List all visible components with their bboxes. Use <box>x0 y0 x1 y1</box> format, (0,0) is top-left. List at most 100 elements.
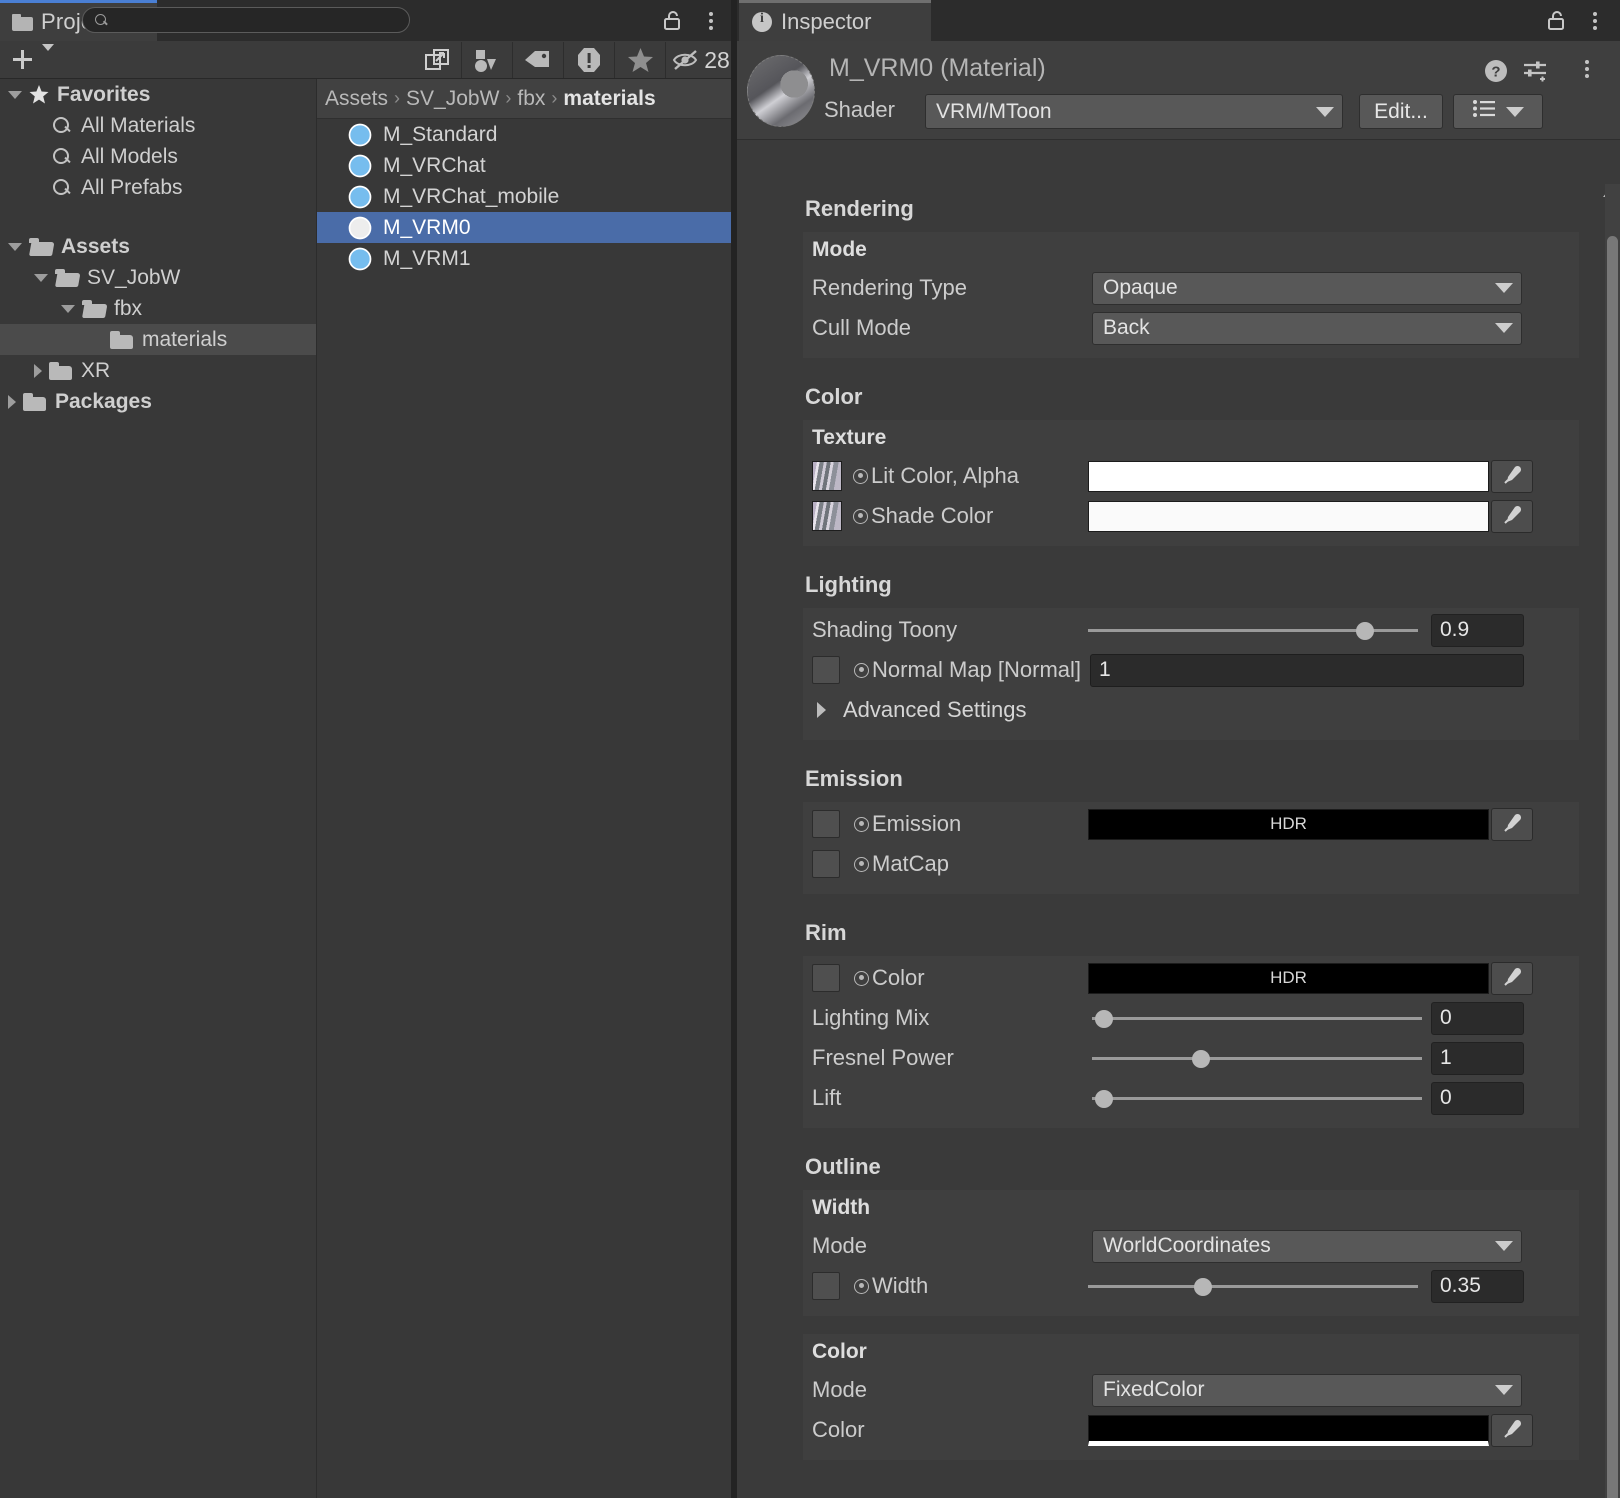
shading-toony-slider[interactable] <box>1088 620 1418 640</box>
preset-icon[interactable] <box>1522 59 1548 88</box>
tab-inspector[interactable]: Inspector <box>739 0 931 41</box>
shade-color-texture-thumbnail[interactable] <box>812 501 842 531</box>
lift-slider[interactable] <box>1092 1088 1422 1108</box>
fresnel-power-value[interactable]: 1 <box>1431 1041 1524 1075</box>
outline-width-slider[interactable] <box>1088 1276 1418 1296</box>
lit-color-texture-thumbnail[interactable] <box>812 461 842 491</box>
hidden-items-toggle[interactable]: 28 <box>666 41 736 79</box>
lit-color-swatch[interactable] <box>1088 460 1489 492</box>
slider-knob[interactable] <box>1194 1278 1213 1296</box>
tree-item-materials[interactable]: materials <box>0 324 316 355</box>
outline-width-value[interactable]: 0.35 <box>1431 1269 1524 1303</box>
subsection-mode-title: Mode <box>812 238 867 261</box>
fresnel-power-slider[interactable] <box>1092 1048 1422 1068</box>
add-asset-dropdown-icon[interactable] <box>42 43 54 69</box>
slider-knob[interactable] <box>1095 1010 1114 1028</box>
tree-item-xr[interactable]: XR <box>0 355 316 386</box>
chevron-down-icon[interactable] <box>34 273 48 282</box>
filter-by-type-icon[interactable] <box>462 41 512 79</box>
lock-open-icon[interactable] <box>662 9 684 31</box>
filter-by-label-icon[interactable] <box>513 41 563 79</box>
shading-toony-value[interactable]: 0.9 <box>1431 613 1524 647</box>
folder-icon <box>49 361 72 380</box>
add-asset-button[interactable] <box>8 41 36 79</box>
rim-color-eyedropper-button[interactable] <box>1491 961 1533 995</box>
list-item[interactable]: M_VRChat_mobile <box>317 181 736 212</box>
matcap-checkbox[interactable] <box>812 850 840 878</box>
svg-text:?: ? <box>1491 64 1500 81</box>
row-shading-toony: Shading Toony 0.9 <box>803 610 1579 650</box>
chevron-right-icon[interactable] <box>8 394 16 409</box>
tree-item-sv-jobw[interactable]: SV_JobW <box>0 262 316 293</box>
outline-width-checkbox[interactable] <box>812 1272 840 1300</box>
rim-color-swatch[interactable]: HDR <box>1088 962 1489 994</box>
list-item-selected[interactable]: M_VRM0 <box>317 212 736 243</box>
emission-eyedropper-button[interactable] <box>1491 807 1533 841</box>
lit-color-eyedropper-button[interactable] <box>1491 459 1533 493</box>
chevron-down-icon[interactable] <box>8 242 22 251</box>
edit-shader-button[interactable]: Edit... <box>1359 94 1443 129</box>
shader-list-button[interactable] <box>1453 94 1543 129</box>
normal-map-value[interactable]: 1 <box>1090 653 1524 687</box>
lock-open-icon[interactable] <box>1546 9 1568 31</box>
shader-dropdown[interactable]: VRM/MToon <box>925 94 1343 129</box>
cull-mode-dropdown[interactable]: Back <box>1092 311 1522 345</box>
list-item[interactable]: M_Standard <box>317 119 736 150</box>
kebab-menu-icon[interactable] <box>1584 9 1606 33</box>
filter-warning-icon[interactable] <box>564 41 614 79</box>
tree-item-favorites[interactable]: Favorites <box>0 79 316 110</box>
breadcrumb-item-sv-jobw[interactable]: SV_JobW <box>406 87 499 111</box>
outline-color-swatch[interactable] <box>1088 1414 1489 1446</box>
inspector-body: M_VRM0 (Material) ? Shader VRM/MToon Edi… <box>737 41 1620 1498</box>
advanced-settings-foldout[interactable]: Advanced Settings <box>803 690 1579 730</box>
outline-width-mode-dropdown[interactable]: WorldCoordinates <box>1092 1229 1522 1263</box>
slider-knob[interactable] <box>1191 1050 1210 1068</box>
chevron-down-icon[interactable] <box>61 304 75 313</box>
tree-item-fbx[interactable]: fbx <box>0 293 316 324</box>
tree-item-all-materials[interactable]: All Materials <box>0 110 316 141</box>
list-item[interactable]: M_VRM1 <box>317 243 736 274</box>
tree-item-all-models[interactable]: All Models <box>0 141 316 172</box>
rendering-type-dropdown[interactable]: Opaque <box>1092 271 1522 305</box>
shade-color-swatch[interactable] <box>1088 500 1489 532</box>
help-icon[interactable]: ? <box>1484 59 1508 88</box>
emission-checkbox[interactable] <box>812 810 840 838</box>
search-input-wrapper[interactable] <box>82 7 410 33</box>
kebab-menu-icon[interactable] <box>1576 57 1598 81</box>
outline-color-mode-value: FixedColor <box>1103 1378 1205 1401</box>
tree-item-assets[interactable]: Assets <box>0 231 316 262</box>
normal-map-checkbox[interactable] <box>812 656 840 684</box>
slider-knob[interactable] <box>1356 622 1375 640</box>
favorite-star-icon[interactable] <box>615 41 665 79</box>
breadcrumb-item-assets[interactable]: Assets <box>325 87 388 111</box>
lighting-mix-value[interactable]: 0 <box>1431 1001 1524 1035</box>
material-sphere-icon <box>348 154 372 178</box>
breadcrumb-item-materials[interactable]: materials <box>563 87 655 111</box>
chevron-down-icon <box>1316 106 1334 117</box>
outline-color-eyedropper-button[interactable] <box>1491 1413 1533 1447</box>
outline-width-property-icon <box>854 1278 869 1294</box>
inspector-scrollbar[interactable] <box>1605 184 1620 1498</box>
list-item-label: M_VRM0 <box>383 215 471 239</box>
tree-item-all-prefabs[interactable]: All Prefabs <box>0 172 316 203</box>
breadcrumb-item-fbx[interactable]: fbx <box>517 87 545 111</box>
tree-item-packages[interactable]: Packages <box>0 386 316 417</box>
emission-color-swatch[interactable]: HDR <box>1088 808 1489 840</box>
shade-color-eyedropper-button[interactable] <box>1491 499 1533 533</box>
open-in-new-window-icon[interactable] <box>417 41 457 79</box>
scrollbar-thumb[interactable] <box>1607 236 1618 1498</box>
kebab-menu-icon[interactable] <box>700 9 722 33</box>
list-item[interactable]: M_VRChat <box>317 150 736 181</box>
search-input[interactable] <box>115 11 385 29</box>
rim-color-checkbox[interactable] <box>812 964 840 992</box>
slider-knob[interactable] <box>1095 1090 1114 1108</box>
outline-color-mode-dropdown[interactable]: FixedColor <box>1092 1373 1522 1407</box>
inspector-panel: Inspector M_VRM0 (Material) ? <box>737 0 1620 1498</box>
chevron-down-icon[interactable] <box>8 90 22 99</box>
chevron-right-icon[interactable] <box>34 363 42 378</box>
material-preview-thumbnail[interactable] <box>747 55 815 127</box>
lighting-mix-slider[interactable] <box>1092 1008 1422 1028</box>
lift-value[interactable]: 0 <box>1431 1081 1524 1115</box>
asset-list-pane: Assets › SV_JobW › fbx › materials M_Sta… <box>317 79 736 1498</box>
outline-color-label: Color <box>812 1417 865 1442</box>
